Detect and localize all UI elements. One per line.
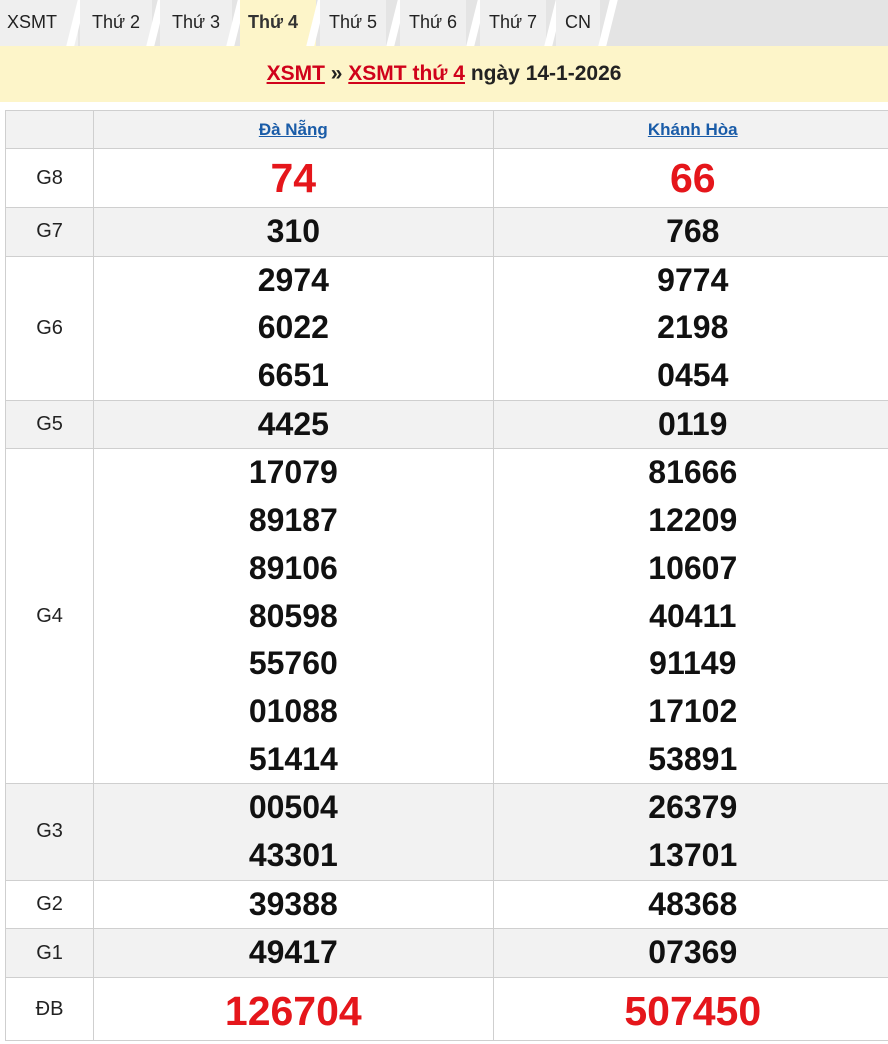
province-header: Khánh Hòa <box>493 111 888 149</box>
lottery-number: 55760 <box>94 640 492 688</box>
province-header-row: Đà Nẵng Khánh Hòa <box>6 111 888 149</box>
lottery-number: 74 <box>94 149 492 207</box>
prize-label: G3 <box>6 784 94 880</box>
lottery-number: 768 <box>494 208 888 256</box>
lottery-number: 2974 <box>94 257 492 305</box>
lottery-number: 43301 <box>94 832 492 880</box>
lottery-number: 6022 <box>94 304 492 352</box>
lottery-number: 51414 <box>94 736 492 784</box>
lottery-number: 0454 <box>494 352 888 400</box>
prize-numbers: 00504 43301 <box>94 784 493 880</box>
prize-numbers: 126704 <box>94 978 493 1041</box>
lottery-number: 80598 <box>94 593 492 641</box>
prize-numbers: 0119 <box>493 400 888 449</box>
lottery-number: 89187 <box>94 497 492 545</box>
lottery-number: 0119 <box>494 401 888 449</box>
corner-cell <box>6 111 94 149</box>
lottery-number: 6651 <box>94 352 492 400</box>
prize-numbers: 26379 13701 <box>493 784 888 880</box>
prize-row-g7: G7 310 768 <box>6 208 888 257</box>
prize-numbers: 39388 <box>94 880 493 929</box>
lottery-number: 00504 <box>94 784 492 832</box>
tab-thu-5[interactable]: Thứ 5 <box>320 0 386 46</box>
tab-thu-6[interactable]: Thứ 6 <box>400 0 466 46</box>
lottery-number: 17102 <box>494 688 888 736</box>
lottery-number: 40411 <box>494 593 888 641</box>
prize-label: ĐB <box>6 978 94 1041</box>
lottery-number: 49417 <box>94 929 492 977</box>
lottery-number: 07369 <box>494 929 888 977</box>
prize-label: G1 <box>6 929 94 978</box>
prize-label: G4 <box>6 449 94 784</box>
lottery-number: 13701 <box>494 832 888 880</box>
prize-label: G5 <box>6 400 94 449</box>
prize-row-g3: G3 00504 43301 26379 13701 <box>6 784 888 880</box>
prize-row-g8: G8 74 66 <box>6 149 888 208</box>
lottery-number: 2198 <box>494 304 888 352</box>
prize-row-g4: G4 17079 89187 89106 80598 55760 01088 5… <box>6 449 888 784</box>
prize-numbers: 507450 <box>493 978 888 1041</box>
prize-numbers: 49417 <box>94 929 493 978</box>
prize-label: G7 <box>6 208 94 257</box>
lottery-number: 39388 <box>94 881 492 929</box>
prize-numbers: 4425 <box>94 400 493 449</box>
lottery-number: 89106 <box>94 545 492 593</box>
lottery-number: 91149 <box>494 640 888 688</box>
prize-numbers: 17079 89187 89106 80598 55760 01088 5141… <box>94 449 493 784</box>
prize-row-g5: G5 4425 0119 <box>6 400 888 449</box>
prize-numbers: 66 <box>493 149 888 208</box>
lottery-number: 53891 <box>494 736 888 784</box>
prize-row-g2: G2 39388 48368 <box>6 880 888 929</box>
prize-numbers: 81666 12209 10607 40411 91149 17102 5389… <box>493 449 888 784</box>
special-prize-number: 126704 <box>94 978 492 1040</box>
lottery-number: 4425 <box>94 401 492 449</box>
lottery-number: 26379 <box>494 784 888 832</box>
prize-numbers: 2974 6022 6651 <box>94 256 493 400</box>
breadcrumb-separator: » <box>331 62 343 85</box>
prize-numbers: 310 <box>94 208 493 257</box>
draw-date: ngày 14-1-2026 <box>471 62 622 85</box>
lottery-number: 66 <box>494 149 888 207</box>
xsmt-thu-4-link[interactable]: XSMT thứ 4 <box>348 62 465 85</box>
lottery-number: 17079 <box>94 449 492 497</box>
prize-row-special: ĐB 126704 507450 <box>6 978 888 1041</box>
tab-separator <box>598 0 617 46</box>
prize-row-g1: G1 49417 07369 <box>6 929 888 978</box>
lottery-number: 81666 <box>494 449 888 497</box>
prize-numbers: 9774 2198 0454 <box>493 256 888 400</box>
tab-thu-4[interactable]: Thứ 4 <box>240 0 306 46</box>
tab-thu-7[interactable]: Thứ 7 <box>480 0 546 46</box>
results-table: Đà Nẵng Khánh Hòa G8 74 66 G7 310 768 <box>5 110 888 1041</box>
prize-numbers: 768 <box>493 208 888 257</box>
lottery-number: 12209 <box>494 497 888 545</box>
lottery-number: 10607 <box>494 545 888 593</box>
province-link-da-nang[interactable]: Đà Nẵng <box>259 120 328 139</box>
province-link-khanh-hoa[interactable]: Khánh Hòa <box>648 120 738 139</box>
tab-xsmt[interactable]: XSMT <box>0 0 64 46</box>
prize-label: G6 <box>6 256 94 400</box>
prize-label: G2 <box>6 880 94 929</box>
tab-thu-2[interactable]: Thứ 2 <box>80 0 152 46</box>
result-header: XSMT » XSMT thứ 4 ngày 14-1-2026 <box>0 46 888 102</box>
special-prize-number: 507450 <box>494 978 888 1040</box>
xsmt-link[interactable]: XSMT <box>267 62 325 85</box>
province-header: Đà Nẵng <box>94 111 493 149</box>
lottery-number: 01088 <box>94 688 492 736</box>
prize-row-g6: G6 2974 6022 6651 9774 2198 0454 <box>6 256 888 400</box>
lottery-number: 48368 <box>494 881 888 929</box>
day-tabs: XSMT Thứ 2 Thứ 3 Thứ 4 Thứ 5 Thứ 6 Thứ 7… <box>0 0 888 46</box>
lottery-number: 310 <box>94 208 492 256</box>
prize-numbers: 48368 <box>493 880 888 929</box>
tab-thu-3[interactable]: Thứ 3 <box>160 0 232 46</box>
prize-label: G8 <box>6 149 94 208</box>
prize-numbers: 74 <box>94 149 493 208</box>
lottery-number: 9774 <box>494 257 888 305</box>
tab-cn[interactable]: CN <box>556 0 600 46</box>
prize-numbers: 07369 <box>493 929 888 978</box>
